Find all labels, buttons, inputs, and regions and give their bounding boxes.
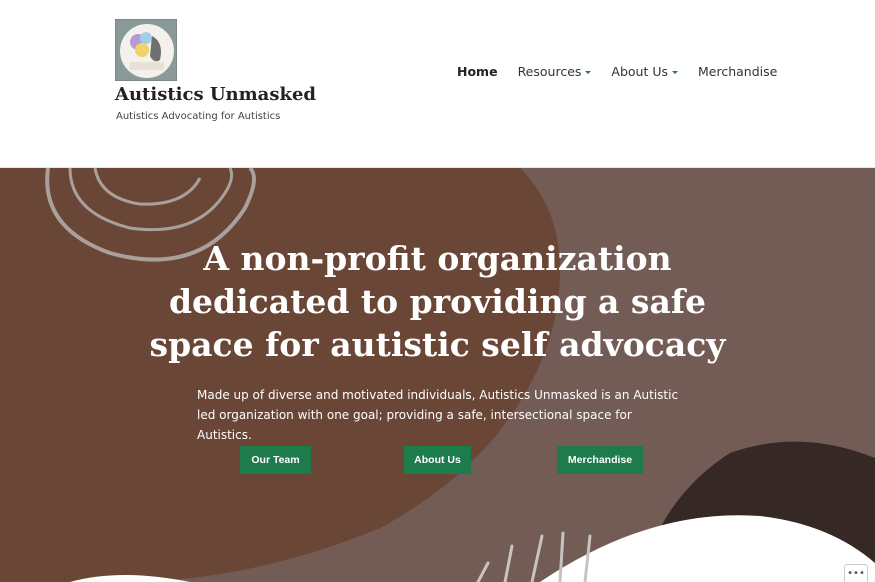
chevron-down-icon xyxy=(672,71,678,74)
headline-line: A non-profit organization xyxy=(203,239,672,278)
nav-item-resources[interactable]: Resources xyxy=(518,64,592,79)
hero-section: A non-profit organization dedicated to p… xyxy=(0,168,875,582)
nav-item-label: Resources xyxy=(517,64,582,79)
nav-item-label: About Us xyxy=(611,64,668,79)
our-team-button[interactable]: Our Team xyxy=(240,446,311,474)
nav-item-label: Merchandise xyxy=(698,64,778,79)
nav-item-label: Home xyxy=(457,64,498,79)
autistics-unmasked-logo-icon xyxy=(116,20,176,80)
hero-description: Made up of diverse and motivated individ… xyxy=(197,388,679,442)
site-header: Autistics Unmasked Autistics Advocating … xyxy=(0,0,875,168)
main-navigation: Home Resources About Us Merchandise xyxy=(457,64,797,79)
headline-line: space for autistic self advocacy xyxy=(149,325,726,364)
nav-item-merchandise[interactable]: Merchandise xyxy=(698,64,777,79)
more-options-button[interactable]: ••• xyxy=(844,564,868,582)
site-title[interactable]: Autistics Unmasked xyxy=(115,84,316,105)
nav-item-home[interactable]: Home xyxy=(457,64,498,79)
nav-item-about-us[interactable]: About Us xyxy=(611,64,678,79)
about-us-button[interactable]: About Us xyxy=(404,446,471,474)
merchandise-button[interactable]: Merchandise xyxy=(557,446,643,474)
hero-headline: A non-profit organization dedicated to p… xyxy=(0,237,875,366)
headline-line: dedicated to providing a safe xyxy=(168,282,707,321)
site-logo[interactable] xyxy=(115,19,177,81)
site-tagline: Autistics Advocating for Autistics xyxy=(116,111,281,122)
chevron-down-icon xyxy=(585,71,592,74)
ellipsis-icon: ••• xyxy=(847,568,865,579)
hero-background-art xyxy=(0,168,875,582)
